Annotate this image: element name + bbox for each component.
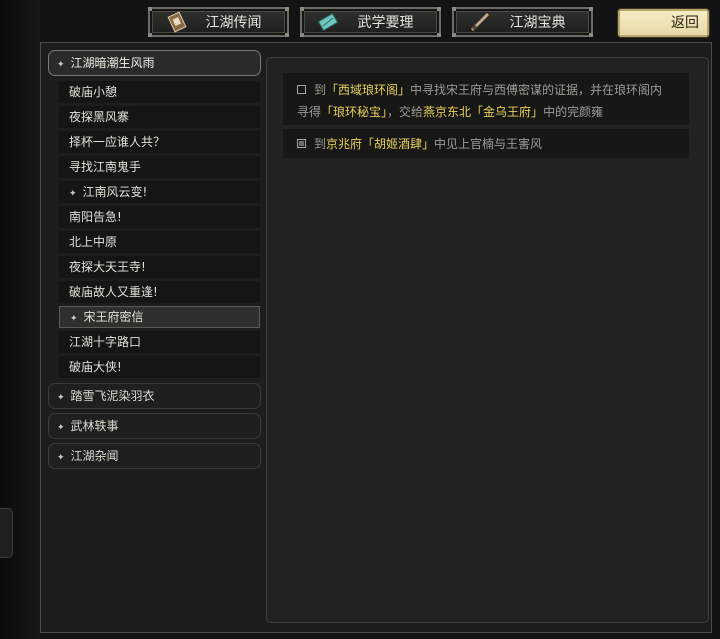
quest-item[interactable]: 北上中原 <box>59 231 260 253</box>
tab-codex-label: 江湖宝典 <box>509 15 566 31</box>
star-icon: ✦ <box>69 189 77 199</box>
quest-item[interactable]: 南阳告急! <box>59 206 260 228</box>
quest-label: 宋王府密信 <box>83 310 144 324</box>
objective-text: 到 <box>314 137 327 151</box>
objective-text: 中寻找宋王府与西傅密谋的证据，并在琅环阁内 <box>410 83 663 97</box>
quest-label: 破庙小憩 <box>69 85 118 99</box>
objective-line: 到「西域琅环阁」中寻找宋王府与西傅密谋的证据，并在琅环阁内 <box>297 79 677 101</box>
star-icon: ✦ <box>57 453 65 463</box>
tab-rumors-label: 江湖传闻 <box>205 15 262 31</box>
objective-text: 中的完颜雍 <box>543 105 604 119</box>
chapter-label: 江湖杂闻 <box>70 449 119 463</box>
quest-label: 择杯一应谁人共？ <box>69 135 166 149</box>
objective-1: 到「西域琅环阁」中寻找宋王府与西傅密谋的证据，并在琅环阁内 寻得「琅环秘宝」，交… <box>283 73 689 125</box>
quest-log-screen: 江湖传闻 武学要理 江湖宝典 返回 ✦ 江湖暗潮生风雨 破庙小憩夜探黑风寨择杯一应… <box>0 0 720 639</box>
quest-item[interactable]: 江湖十字路口 <box>59 331 260 353</box>
quest-item[interactable]: 夜探黑风寨 <box>59 106 260 128</box>
quest-item[interactable]: 破庙大侠! <box>59 356 260 378</box>
quest-label: 夜探黑风寨 <box>69 110 130 124</box>
chapter-jianghu-undercurrent[interactable]: ✦ 江湖暗潮生风雨 <box>48 50 261 76</box>
quest-label: 江南风云变! <box>82 185 148 199</box>
quest-label: 北上中原 <box>69 235 118 249</box>
highlight-text: 京兆府「胡姬酒肆」 <box>326 137 435 151</box>
quest-item[interactable]: 寻找江南鬼手 <box>59 156 260 178</box>
chapter-misc-news[interactable]: ✦ 江湖杂闻 <box>48 443 261 469</box>
star-icon: ✦ <box>57 393 65 403</box>
star-icon: ✦ <box>57 60 65 70</box>
chapter-snow-feathers[interactable]: ✦ 踏雪飞泥染羽衣 <box>48 383 261 409</box>
quest-item[interactable]: 破庙故人又重逢! <box>59 281 260 303</box>
chapter-label: 武林轶事 <box>70 419 119 433</box>
quest-label: 破庙故人又重逢! <box>69 285 158 299</box>
checkbox-icon <box>297 85 306 94</box>
objective-text: 中见上官楠与王害风 <box>434 137 543 151</box>
star-icon: ✦ <box>57 423 65 433</box>
star-icon: ✦ <box>70 314 78 324</box>
objective-2: 到京兆府「胡姬酒肆」中见上官楠与王害风 <box>283 129 689 158</box>
objective-line: 寻得「琅环秘宝」，交给燕京东北「金乌王府」中的完颜雍 <box>297 101 677 123</box>
side-handle[interactable] <box>0 508 13 558</box>
objective-text: ，交给 <box>387 105 424 119</box>
quest-item[interactable]: 破庙小憩 <box>59 81 260 103</box>
quest-label: 破庙大侠! <box>69 360 122 374</box>
chapter-wulin-anecdotes[interactable]: ✦ 武林轶事 <box>48 413 261 439</box>
quest-label: 寻找江南鬼手 <box>69 160 142 174</box>
back-button[interactable]: 返回 <box>618 9 709 37</box>
quest-label: 夜探大天王寺! <box>69 260 146 274</box>
highlight-text: 「西域琅环阁」 <box>326 83 411 97</box>
quest-label: 南阳告急! <box>69 210 122 224</box>
highlight-text: 「琅环秘宝」 <box>321 105 388 119</box>
checked-box-icon <box>297 139 306 148</box>
quest-item[interactable]: 夜探大天王寺! <box>59 256 260 278</box>
chapter-label: 踏雪飞泥染羽衣 <box>70 389 155 403</box>
tab-codex[interactable]: 江湖宝典 <box>452 7 593 37</box>
chapter-label: 江湖暗潮生风雨 <box>70 56 155 70</box>
quest-item[interactable]: ✦ 江南风云变! <box>59 181 260 203</box>
objective-text: 到 <box>314 83 327 97</box>
tab-rumors[interactable]: 江湖传闻 <box>148 7 289 37</box>
highlight-text: 燕京东北「金乌王府」 <box>423 105 544 119</box>
tab-martial-arts-label: 武学要理 <box>357 15 414 31</box>
quest-label: 江湖十字路口 <box>69 335 142 349</box>
tab-martial-arts[interactable]: 武学要理 <box>300 7 441 37</box>
objective-text: 寻得 <box>297 105 322 119</box>
quest-item[interactable]: 择杯一应谁人共？ <box>59 131 260 153</box>
objective-line: 到京兆府「胡姬酒肆」中见上官楠与王害风 <box>297 133 677 155</box>
quest-item[interactable]: ✦ 宋王府密信 <box>59 306 260 328</box>
